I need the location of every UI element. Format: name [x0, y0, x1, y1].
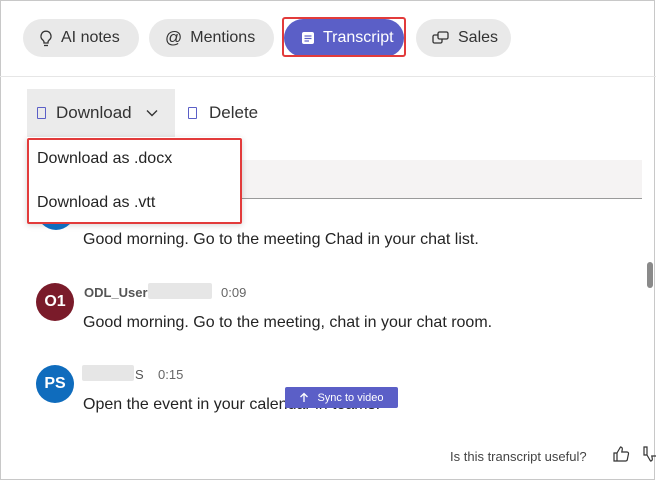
feedback-question: Is this transcript useful?: [450, 449, 587, 464]
download-label: Download: [56, 103, 132, 122]
avatar: PS: [36, 365, 74, 403]
menu-highlight: [27, 138, 242, 224]
tab-label: Mentions: [190, 29, 256, 46]
tab-divider: [0, 76, 656, 77]
delete-icon: [188, 107, 197, 119]
header-underline: [242, 198, 642, 199]
transcript-header-band: [242, 160, 642, 198]
tab-label: Sales: [458, 29, 499, 46]
thumbs-down-icon[interactable]: [643, 445, 656, 463]
arrow-up-icon: [300, 392, 309, 402]
speaker-name: ODL_User: [84, 285, 148, 300]
redacted-name: [82, 365, 134, 381]
scrollbar-thumb[interactable]: [647, 262, 653, 288]
at-icon: @: [165, 28, 183, 47]
tab-mentions[interactable]: @ Mentions: [149, 19, 274, 57]
document-icon: [37, 107, 46, 119]
sales-icon: [432, 31, 449, 44]
lightbulb-icon: [40, 30, 52, 46]
delete-label: Delete: [209, 103, 259, 122]
tab-bar: AI notes @ Mentions Transcript Sales: [0, 0, 656, 76]
thumbs-up-icon[interactable]: [612, 445, 630, 463]
avatar: O1: [36, 283, 74, 321]
tab-label: AI notes: [61, 29, 120, 46]
timestamp[interactable]: 0:15: [158, 367, 183, 382]
transcript-text: Good morning. Go to the meeting, chat in…: [83, 314, 493, 331]
download-button[interactable]: Download: [27, 89, 175, 137]
chevron-down-icon: [146, 110, 158, 117]
tab-sales[interactable]: Sales: [416, 19, 511, 57]
sync-to-video-button[interactable]: Sync to video: [285, 387, 398, 408]
speaker-name: S: [135, 367, 144, 382]
timestamp[interactable]: 0:09: [221, 285, 246, 300]
delete-button[interactable]: Delete: [188, 89, 258, 137]
transcript-tab-highlight: [282, 17, 406, 57]
transcript-text: Good morning. Go to the meeting Chad in …: [83, 231, 479, 248]
sync-label: Sync to video: [317, 391, 384, 404]
tab-ai-notes[interactable]: AI notes: [23, 19, 139, 57]
redacted-name: [148, 283, 212, 299]
